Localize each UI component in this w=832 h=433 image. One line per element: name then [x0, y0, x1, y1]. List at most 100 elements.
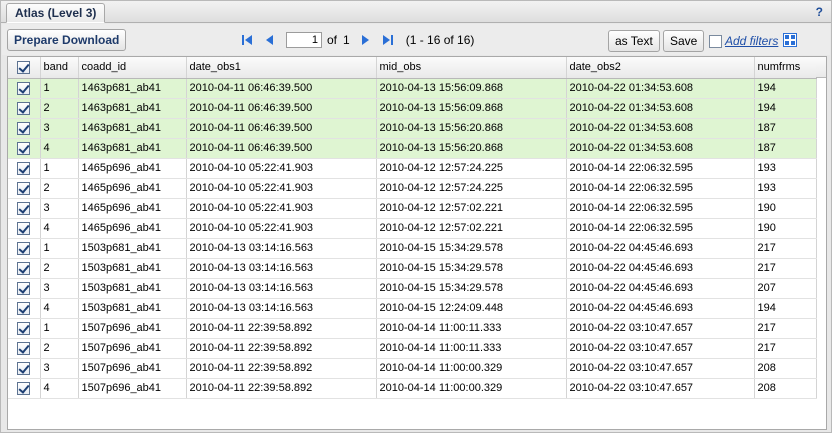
select-all-checkbox[interactable] — [17, 60, 31, 74]
table-cell-date-obs1: 2010-04-11 06:46:39.500 — [186, 78, 377, 99]
table-cell-date-obs1: 2010-04-13 03:14:16.563 — [186, 258, 377, 279]
save-button[interactable]: Save — [663, 30, 705, 52]
filter-toggle[interactable]: Add filters — [709, 34, 778, 48]
table-cell-date-obs1: 2010-04-11 06:46:39.500 — [186, 118, 377, 139]
table-row[interactable]: 2 1465p696_ab41 2010-04-10 05:22:41.903 201… — [8, 178, 817, 199]
table-cell-mid-obs: 2010-04-15 15:34:29.578 — [376, 278, 567, 299]
table-cell-date-obs2: 2010-04-22 04:45:46.693 — [566, 258, 755, 279]
table-row[interactable]: 2 1507p696_ab41 2010-04-11 22:39:58.892 201… — [8, 338, 817, 359]
row-checkbox[interactable] — [17, 321, 31, 335]
row-select-cell[interactable] — [8, 218, 41, 239]
pager: of 1 (1 - 16 of 16) — [240, 30, 474, 50]
table-cell-band: 4 — [40, 298, 79, 319]
row-select-cell[interactable] — [8, 98, 41, 119]
table-row[interactable]: 4 1507p696_ab41 2010-04-11 22:39:58.892 201… — [8, 378, 817, 399]
row-checkbox[interactable] — [17, 81, 31, 95]
table-row[interactable]: 4 1463p681_ab41 2010-04-11 06:46:39.500 201… — [8, 138, 817, 159]
table-row[interactable]: 3 1507p696_ab41 2010-04-11 22:39:58.892 201… — [8, 358, 817, 379]
page-number-input[interactable] — [286, 32, 322, 48]
row-select-cell[interactable] — [8, 338, 41, 359]
table-cell-numfrms: 193 — [754, 158, 817, 179]
table-cell-coadd-id: 1503p681_ab41 — [78, 278, 187, 299]
table-cell-band: 4 — [40, 378, 79, 399]
row-select-cell[interactable] — [8, 178, 41, 199]
column-header[interactable]: date_obs1 — [186, 57, 377, 79]
table-row[interactable]: 3 1503p681_ab41 2010-04-13 03:14:16.563 201… — [8, 278, 817, 299]
select-all-header[interactable] — [8, 57, 41, 79]
row-checkbox[interactable] — [17, 221, 31, 235]
page-of-label: of — [327, 33, 338, 47]
row-checkbox[interactable] — [17, 181, 31, 195]
row-select-cell[interactable] — [8, 158, 41, 179]
column-header[interactable]: band — [40, 57, 79, 79]
table-cell-mid-obs: 2010-04-14 11:00:11.333 — [376, 318, 567, 339]
table-cell-numfrms: 208 — [754, 378, 817, 399]
row-select-cell[interactable] — [8, 318, 41, 339]
add-filters-link[interactable]: Add filters — [725, 34, 778, 48]
table-cell-mid-obs: 2010-04-15 15:34:29.578 — [376, 238, 567, 259]
row-select-cell[interactable] — [8, 358, 41, 379]
row-select-cell[interactable] — [8, 278, 41, 299]
table-cell-date-obs1: 2010-04-11 06:46:39.500 — [186, 98, 377, 119]
row-checkbox[interactable] — [17, 301, 31, 315]
table-row[interactable]: 2 1503p681_ab41 2010-04-13 03:14:16.563 201… — [8, 258, 817, 279]
table-cell-date-obs1: 2010-04-13 03:14:16.563 — [186, 238, 377, 259]
column-select-icon[interactable] — [783, 33, 797, 47]
help-icon[interactable]: ? — [816, 5, 823, 19]
row-select-cell[interactable] — [8, 78, 41, 99]
row-select-cell[interactable] — [8, 138, 41, 159]
column-header[interactable]: date_obs2 — [566, 57, 755, 79]
table-cell-coadd-id: 1507p696_ab41 — [78, 318, 187, 339]
table-cell-numfrms: 193 — [754, 178, 817, 199]
table-cell-coadd-id: 1503p681_ab41 — [78, 298, 187, 319]
row-checkbox[interactable] — [17, 241, 31, 255]
table-cell-band: 1 — [40, 158, 79, 179]
row-checkbox[interactable] — [17, 281, 31, 295]
column-header[interactable]: coadd_id — [78, 57, 187, 79]
prepare-download-button[interactable]: Prepare Download — [7, 29, 127, 51]
last-page-icon[interactable] — [381, 33, 395, 47]
table-row[interactable]: 4 1503p681_ab41 2010-04-13 03:14:16.563 201… — [8, 298, 817, 319]
table-row[interactable]: 1 1507p696_ab41 2010-04-11 22:39:58.892 201… — [8, 318, 817, 339]
row-select-cell[interactable] — [8, 118, 41, 139]
row-select-cell[interactable] — [8, 198, 41, 219]
row-checkbox[interactable] — [17, 101, 31, 115]
row-checkbox[interactable] — [17, 261, 31, 275]
table-cell-date-obs2: 2010-04-22 03:10:47.657 — [566, 318, 755, 339]
tab-atlas[interactable]: Atlas (Level 3) — [6, 3, 106, 23]
next-page-icon[interactable] — [358, 33, 372, 47]
row-checkbox[interactable] — [17, 201, 31, 215]
row-checkbox[interactable] — [17, 121, 31, 135]
table-cell-date-obs1: 2010-04-10 05:22:41.903 — [186, 198, 377, 219]
table-row[interactable]: 1 1463p681_ab41 2010-04-11 06:46:39.500 201… — [8, 78, 817, 99]
row-select-cell[interactable] — [8, 238, 41, 259]
row-checkbox[interactable] — [17, 361, 31, 375]
table-row[interactable]: 2 1463p681_ab41 2010-04-11 06:46:39.500 201… — [8, 98, 817, 119]
previous-page-icon[interactable] — [263, 33, 277, 47]
table-cell-numfrms: 194 — [754, 98, 817, 119]
row-select-cell[interactable] — [8, 258, 41, 279]
filter-checkbox[interactable] — [709, 34, 722, 48]
table-row[interactable]: 3 1465p696_ab41 2010-04-10 05:22:41.903 201… — [8, 198, 817, 219]
table-cell-mid-obs: 2010-04-14 11:00:00.329 — [376, 378, 567, 399]
table-row[interactable]: 4 1465p696_ab41 2010-04-10 05:22:41.903 201… — [8, 218, 817, 239]
row-checkbox[interactable] — [17, 341, 31, 355]
row-checkbox[interactable] — [17, 381, 31, 395]
row-checkbox[interactable] — [17, 141, 31, 155]
column-header[interactable]: numfrms — [754, 57, 817, 79]
first-page-icon[interactable] — [240, 33, 254, 47]
table-row[interactable]: 3 1463p681_ab41 2010-04-11 06:46:39.500 201… — [8, 118, 817, 139]
column-header[interactable]: mid_obs — [376, 57, 567, 79]
table-cell-mid-obs: 2010-04-12 12:57:24.225 — [376, 178, 567, 199]
table-cell-band: 1 — [40, 78, 79, 99]
row-select-cell[interactable] — [8, 298, 41, 319]
row-checkbox[interactable] — [17, 161, 31, 175]
table-cell-coadd-id: 1507p696_ab41 — [78, 338, 187, 359]
table-cell-numfrms: 217 — [754, 258, 817, 279]
table-row[interactable]: 1 1465p696_ab41 2010-04-10 05:22:41.903 201… — [8, 158, 817, 179]
row-select-cell[interactable] — [8, 378, 41, 399]
as-text-button[interactable]: as Text — [608, 30, 660, 52]
table-cell-mid-obs: 2010-04-13 15:56:09.868 — [376, 78, 567, 99]
table-row[interactable]: 1 1503p681_ab41 2010-04-13 03:14:16.563 201… — [8, 238, 817, 259]
table-cell-numfrms: 207 — [754, 278, 817, 299]
